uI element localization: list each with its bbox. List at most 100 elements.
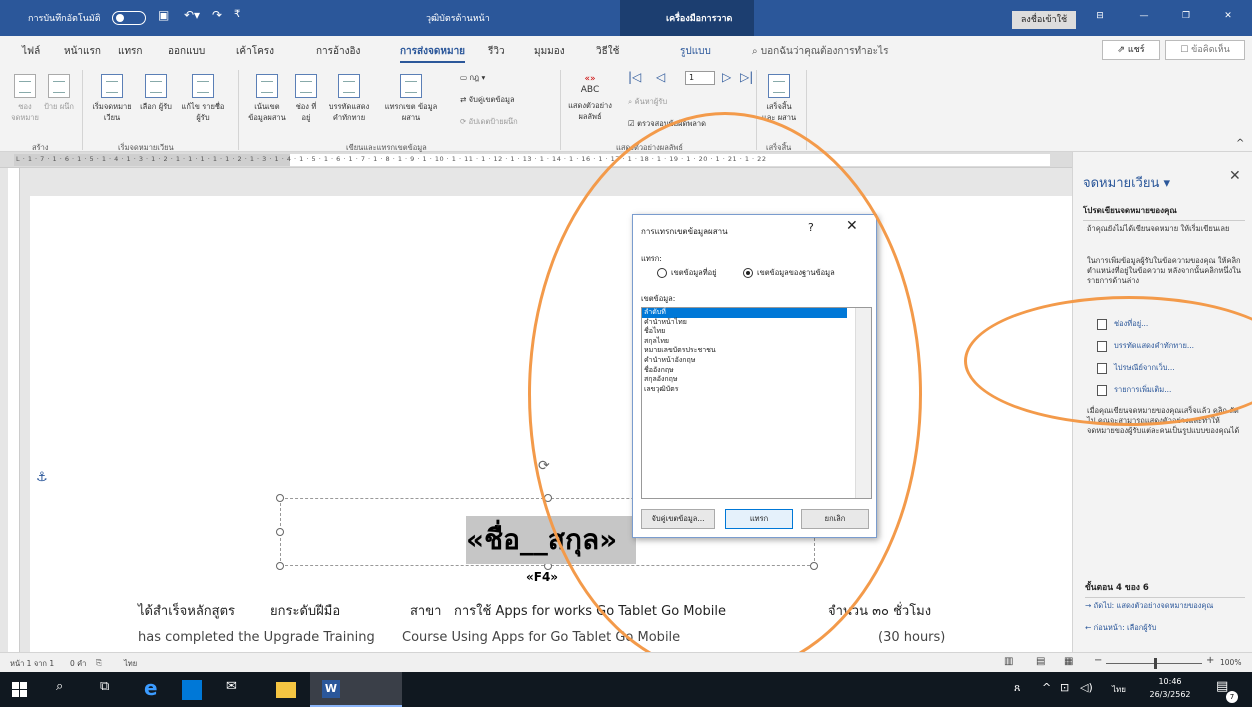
pane-title[interactable]: จดหมายเวียน ▾ — [1083, 172, 1170, 193]
start-merge-label: เริ่มจดหมาย เวียน — [92, 102, 132, 122]
share-button[interactable]: ⇗ แชร์ — [1102, 40, 1160, 60]
record-number-input[interactable]: 1 — [685, 71, 715, 85]
zoom-out-button[interactable]: − — [1094, 655, 1102, 666]
print-layout-icon[interactable]: ▤ — [1036, 656, 1045, 667]
tab-review[interactable]: รีวิว — [488, 44, 505, 59]
language-indicator[interactable]: ไทย — [124, 658, 137, 670]
envelope-icon — [14, 74, 36, 98]
input-language[interactable]: ไทย — [1112, 683, 1126, 696]
zoom-in-button[interactable]: + — [1206, 655, 1214, 666]
horizontal-ruler[interactable]: L · 1 · 7 · 1 · 6 · 1 · 5 · 1 · 4 · 1 · … — [0, 152, 1072, 168]
update-labels-button[interactable]: ⟳ อัปเดตป้ายผนึก — [460, 116, 518, 128]
highlight-label: เน้นเขต ข้อมูลผสาน — [248, 102, 286, 122]
edge-browser-icon[interactable]: e — [144, 676, 158, 700]
volume-icon[interactable]: ◁) — [1080, 681, 1093, 694]
envelopes-label: ซอง จดหมาย — [11, 102, 39, 122]
match-fields-button[interactable]: ⇄ จับคู่เขตข้อมูล — [460, 94, 515, 106]
first-record-icon[interactable]: |◁ — [628, 70, 641, 84]
rules-button[interactable]: ▭ กฎ ▾ — [460, 72, 485, 84]
save-icon[interactable]: ▣ — [158, 8, 169, 22]
customize-icon[interactable]: ₹ — [234, 9, 240, 20]
tab-insert[interactable]: แทรก — [118, 44, 142, 59]
address-block-icon — [295, 74, 317, 98]
find-recipient-button[interactable]: ⌕ ค้นหาผู้รับ — [628, 96, 667, 108]
proofing-icon[interactable]: ⎘ — [96, 658, 102, 668]
collapse-ribbon-icon[interactable]: ^ — [1236, 138, 1244, 149]
tab-file[interactable]: ไฟล์ — [22, 44, 40, 59]
tab-layout[interactable]: เค้าโครง — [236, 44, 274, 59]
tab-references[interactable]: การอ้างอิง — [316, 44, 360, 59]
autosave-toggle[interactable] — [112, 11, 146, 25]
group-divider — [560, 70, 561, 150]
windows-start-icon[interactable] — [12, 682, 27, 697]
pane-close-icon[interactable]: ✕ — [1229, 168, 1241, 184]
share-label: แชร์ — [1127, 45, 1145, 55]
web-layout-icon[interactable]: ▦ — [1064, 656, 1073, 667]
tab-view[interactable]: มุมมอง — [534, 44, 565, 59]
maximize-icon[interactable]: ❐ — [1164, 11, 1208, 33]
network-icon[interactable]: ⊡ — [1060, 681, 1069, 694]
tab-help[interactable]: วิธีใช้ — [596, 44, 619, 59]
tab-mailings[interactable]: การส่งจดหมาย — [400, 44, 466, 63]
previous-step-link[interactable]: ← ก่อนหน้า: เลือกผู้รับ — [1085, 622, 1156, 634]
preview-results-label: แสดงตัวอย่าง ผลลัพธ์ — [568, 101, 612, 121]
envelopes-button[interactable]: ซอง จดหมาย — [10, 74, 40, 123]
next-step-link[interactable]: → ถัดไป: แสดงตัวอย่างจดหมายของคุณ — [1085, 600, 1213, 612]
mail-icon[interactable]: ✉ — [226, 679, 237, 694]
comments-button[interactable]: ☐ ข้อคิดเห็น — [1165, 40, 1245, 60]
redo-icon[interactable]: ↷ — [212, 8, 222, 22]
labels-button[interactable]: ป้าย ผนึก — [44, 74, 74, 112]
recipients-icon — [145, 74, 167, 98]
windows-taskbar: ⌕ ⧉ e ✉ W ጸ ^ ⊡ ◁) ไทย 10:46 26/3/2562 ▤… — [0, 672, 1252, 707]
address-block-button[interactable]: ช่อง ที่อยู่ — [292, 74, 320, 123]
next-record-icon[interactable]: ▷ — [722, 70, 731, 84]
edit-recipient-list-button[interactable]: แก้ไข รายชื่อผู้รับ — [178, 74, 228, 123]
drawing-tools-context-tab: เครื่องมือการวาด — [620, 0, 754, 36]
clock-time[interactable]: 10:46 — [1140, 677, 1200, 686]
signin-button[interactable]: ลงชื่อเข้าใช้ — [1012, 11, 1076, 29]
tab-format[interactable]: รูปแบบ — [680, 44, 711, 59]
ribbon-display-icon[interactable]: ⊟ — [1078, 11, 1122, 33]
previous-record-icon[interactable]: ◁ — [656, 70, 665, 84]
insert-field-icon — [400, 74, 422, 98]
store-icon[interactable] — [182, 680, 202, 700]
notifications-icon[interactable]: ▤ — [1216, 679, 1228, 694]
close-icon[interactable]: ✕ — [1206, 11, 1250, 33]
word-taskbar-item[interactable]: W — [310, 672, 402, 707]
pane-heading: โปรดเขียนจดหมายของคุณ — [1083, 204, 1245, 221]
tell-me-search[interactable]: ⌕ บอกฉันว่าคุณต้องการทำอะไร — [752, 44, 888, 59]
zoom-slider-thumb[interactable] — [1154, 658, 1157, 669]
minimize-icon[interactable]: — — [1122, 11, 1166, 33]
resize-handle[interactable] — [276, 494, 284, 502]
undo-icon[interactable]: ↶▾ — [184, 8, 200, 22]
read-mode-icon[interactable]: ▥ — [1004, 656, 1013, 667]
highlight-merge-fields-button[interactable]: เน้นเขต ข้อมูลผสาน — [244, 74, 290, 123]
last-record-icon[interactable]: ▷| — [740, 70, 753, 84]
merge-field-f4[interactable]: «F4» — [526, 570, 558, 584]
people-icon[interactable]: ጸ — [1014, 681, 1020, 695]
search-icon[interactable]: ⌕ — [56, 679, 63, 694]
task-view-icon[interactable]: ⧉ — [100, 679, 109, 694]
vertical-ruler[interactable] — [8, 168, 20, 652]
preview-results-button[interactable]: «» ABC แสดงตัวอย่าง ผลลัพธ์ — [564, 74, 616, 122]
finish-merge-button[interactable]: เสร็จสิ้นและ ผสาน — [760, 74, 798, 123]
next-step-label: ถัดไป: แสดงตัวอย่างจดหมายของคุณ — [1093, 601, 1214, 610]
tab-design[interactable]: ออกแบบ — [168, 44, 205, 59]
word-count[interactable]: 0 คำ — [70, 658, 86, 670]
labels-label: ป้าย ผนึก — [44, 102, 74, 111]
page-count[interactable]: หน้า 1 จาก 1 — [10, 658, 54, 670]
resize-handle[interactable] — [276, 562, 284, 570]
tab-home[interactable]: หน้าแรก — [64, 44, 101, 59]
clock-date[interactable]: 26/3/2562 — [1140, 690, 1200, 699]
tray-chevron-icon[interactable]: ^ — [1042, 681, 1051, 694]
body-text: ยกระดับฝีมือ — [270, 604, 341, 619]
resize-handle[interactable] — [276, 528, 284, 536]
insert-merge-field-button[interactable]: แทรกเขต ข้อมูลผสาน — [378, 74, 444, 123]
file-explorer-icon[interactable] — [276, 682, 296, 698]
zoom-level[interactable]: 100% — [1220, 658, 1241, 667]
finish-merge-icon — [768, 74, 790, 98]
start-mail-merge-button[interactable]: เริ่มจดหมาย เวียน — [90, 74, 134, 123]
greeting-line-button[interactable]: บรรทัดแสดง คำทักทาย — [324, 74, 374, 123]
select-recipients-button[interactable]: เลือก ผู้รับ — [138, 74, 174, 112]
arrow-left-icon: ← — [1085, 623, 1094, 632]
